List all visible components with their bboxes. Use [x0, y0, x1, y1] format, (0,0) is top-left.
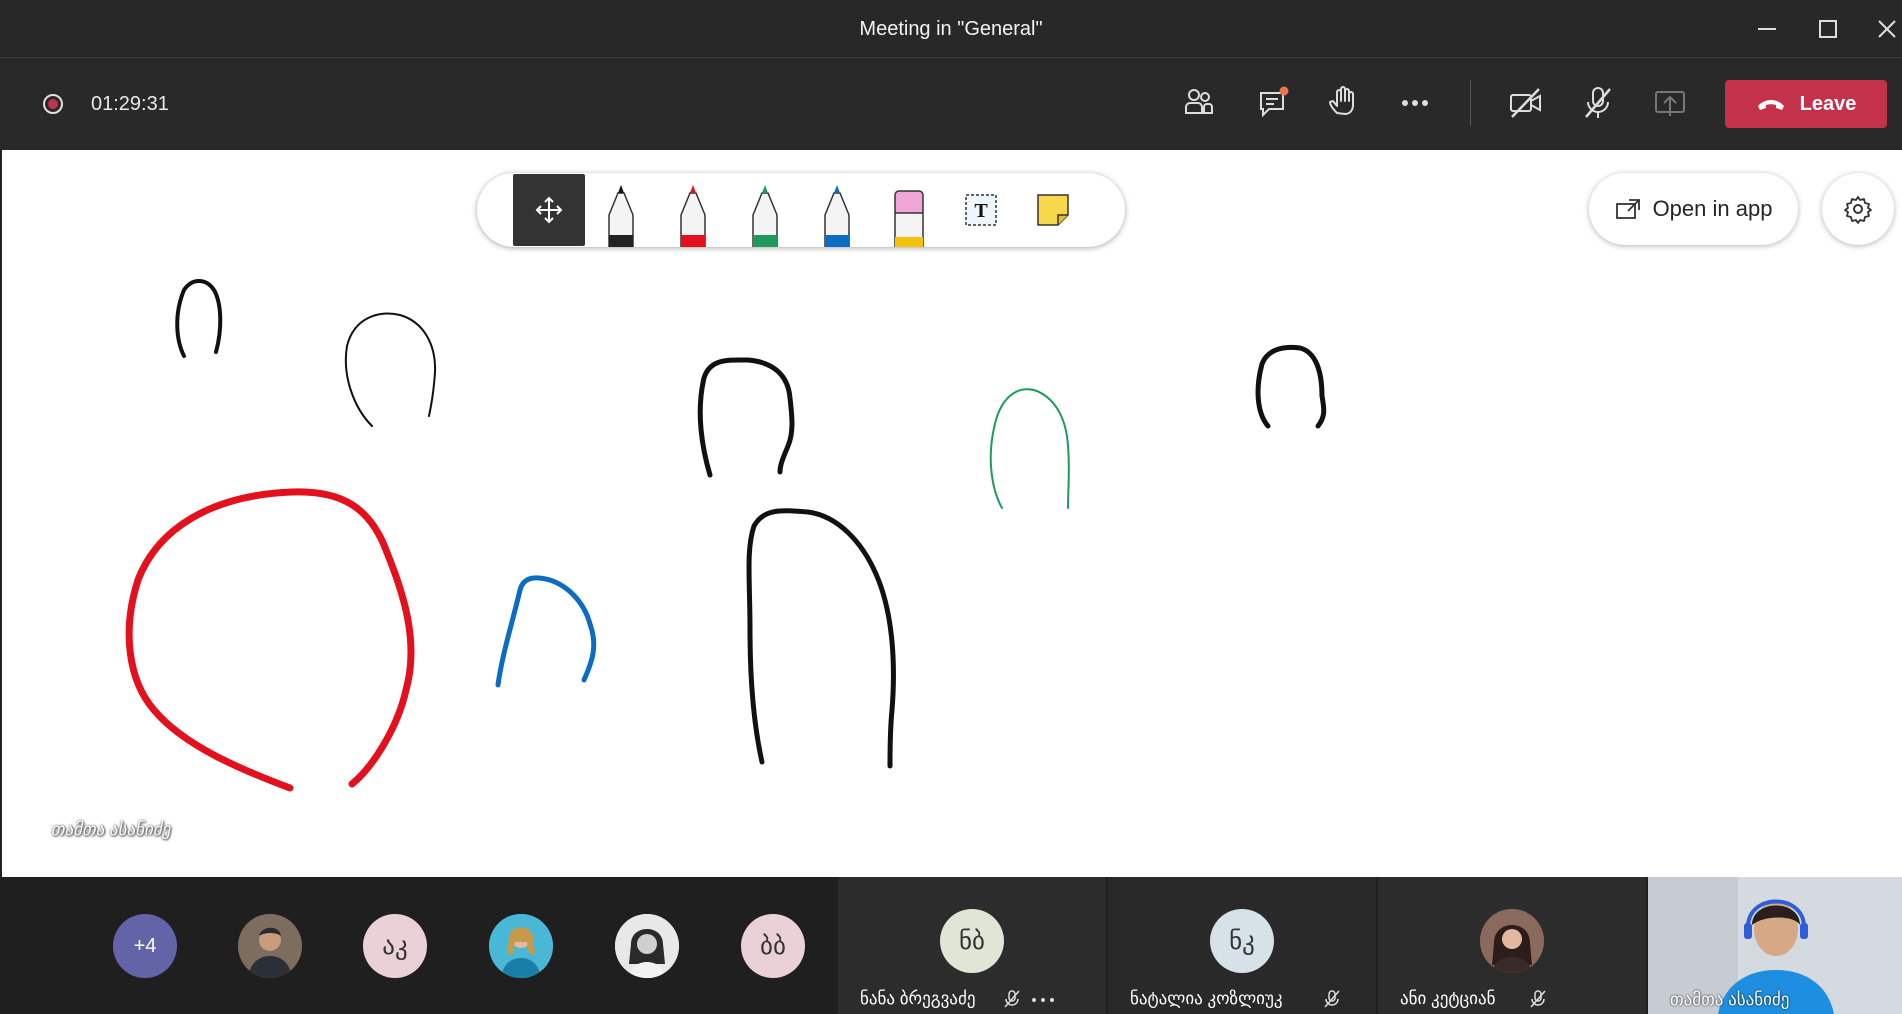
black-pen-icon	[608, 185, 634, 248]
more-options-icon[interactable]	[1395, 83, 1435, 123]
ink-stroke-black-medium	[697, 357, 795, 478]
move-icon	[535, 196, 563, 224]
participant-tile[interactable]: ანი კეტციან	[1378, 877, 1646, 1014]
avatar	[238, 914, 302, 978]
highlighter-button[interactable]	[873, 173, 945, 248]
recording-icon	[43, 94, 63, 114]
maximize-icon[interactable]	[1813, 14, 1843, 44]
mic-off-icon	[1004, 990, 1020, 1008]
participant-name: ნატალია კოზლიუკ	[1130, 989, 1283, 1008]
ink-stroke-blue	[495, 575, 597, 688]
participant-tile[interactable]: ნბ ნანა ბრეგვაძე	[838, 877, 1106, 1014]
avatar-initials: ნბ	[958, 927, 985, 955]
ink-stroke-black-small	[175, 279, 223, 358]
ink-strokes	[125, 279, 1327, 792]
sticky-note-button[interactable]	[1017, 173, 1089, 247]
meeting-controls-bar: 01:29:31 Leave	[0, 58, 1902, 150]
ink-stroke-red	[125, 488, 415, 792]
participant-tile[interactable]: ნკ ნატალია კოზლიუკ	[1108, 877, 1376, 1014]
whiteboard-settings-button[interactable]	[1822, 173, 1894, 245]
blue-pen-icon	[824, 185, 850, 248]
chat-icon[interactable]	[1253, 83, 1293, 123]
text-box-icon: T	[965, 194, 997, 226]
person-photo-icon	[238, 914, 302, 978]
person-photo-icon	[489, 914, 553, 978]
green-pen-icon	[752, 185, 778, 248]
participant-strip: +4 აკ ბბ ნბ ნანა ბრეგვაძე ნკ ნატალია კოზ…	[0, 877, 1902, 1014]
self-name-label: თამთა ასანიძე	[1670, 990, 1790, 1009]
avatar: აკ	[363, 914, 427, 978]
window-title: Meeting in "General"	[859, 18, 1043, 40]
avatar-initials: ნკ	[1229, 927, 1255, 955]
toolbar-separator	[1470, 80, 1471, 126]
avatar: ნბ	[940, 909, 1004, 973]
pan-tool-button[interactable]	[513, 174, 585, 246]
leave-button[interactable]: Leave	[1725, 80, 1887, 128]
presenter-name-label: თამთა ასანიძე	[51, 820, 171, 839]
whiteboard-toolbar: T	[477, 173, 1125, 248]
ink-stroke-black-large	[746, 508, 896, 769]
gear-icon	[1844, 196, 1872, 224]
avatar	[615, 914, 679, 978]
red-pen-icon	[680, 185, 706, 248]
open-external-icon	[1615, 199, 1640, 219]
self-video-tile[interactable]: თამთა ასანიძე	[1648, 877, 1902, 1014]
minimize-icon[interactable]	[1752, 14, 1782, 44]
meeting-timer: 01:29:31	[91, 93, 169, 115]
avatar-initials: ბბ	[760, 932, 786, 960]
open-in-app-label: Open in app	[1652, 196, 1773, 221]
camera-off-icon[interactable]	[1506, 83, 1546, 123]
close-icon[interactable]	[1872, 14, 1902, 44]
phone-hangup-icon	[1757, 100, 1784, 110]
title-bar: Meeting in "General"	[0, 0, 1902, 58]
mic-off-icon[interactable]	[1578, 83, 1618, 123]
green-pen-button[interactable]	[729, 173, 801, 248]
mic-off-icon	[1324, 990, 1340, 1008]
leave-label: Leave	[1799, 92, 1857, 115]
svg-text:T: T	[974, 200, 988, 222]
raise-hand-icon[interactable]	[1323, 83, 1363, 123]
avatar	[1480, 909, 1544, 973]
highlighter-icon	[894, 190, 924, 248]
person-photo-icon	[1480, 909, 1544, 973]
black-pen-button[interactable]	[585, 173, 657, 248]
avatar: ნკ	[1210, 909, 1274, 973]
avatar: ბბ	[741, 914, 805, 978]
participants-icon[interactable]	[1179, 83, 1219, 123]
share-tray-icon[interactable]	[1650, 83, 1690, 123]
avatar	[489, 914, 553, 978]
ink-stroke-black-right	[1255, 344, 1327, 429]
ink-stroke-green	[989, 388, 1070, 509]
sticky-note-icon	[1037, 194, 1069, 226]
avatar-initials: აკ	[382, 932, 408, 960]
red-pen-button[interactable]	[657, 173, 729, 248]
overflow-participants-button[interactable]: +4	[113, 914, 177, 978]
whiteboard-canvas[interactable]	[0, 150, 1902, 877]
participant-name: ნანა ბრეგვაძე	[860, 989, 976, 1008]
open-in-app-button[interactable]: Open in app	[1589, 173, 1798, 245]
more-options-icon[interactable]	[1030, 989, 1056, 1009]
blue-pen-button[interactable]	[801, 173, 873, 248]
person-photo-icon	[615, 914, 679, 978]
participant-name: ანი კეტციან	[1400, 989, 1496, 1008]
ink-stroke-black-thin	[344, 312, 437, 427]
mic-off-icon	[1530, 990, 1546, 1008]
text-tool-button[interactable]: T	[945, 173, 1017, 247]
